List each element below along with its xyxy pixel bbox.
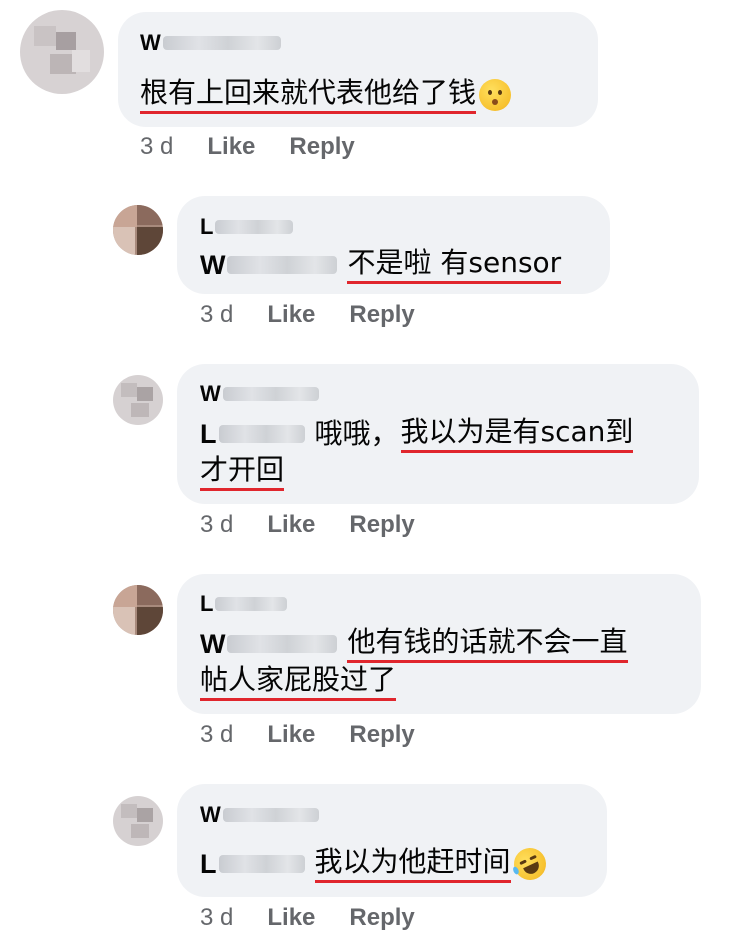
- avatar[interactable]: [113, 205, 163, 255]
- timestamp[interactable]: 3 d: [200, 721, 233, 749]
- like-button[interactable]: Like: [267, 301, 315, 329]
- reply-button[interactable]: Reply: [349, 721, 414, 749]
- comment-actions: 3 d Like Reply: [200, 721, 415, 749]
- comment-text-continued: 才开回: [200, 453, 285, 491]
- author-initial: W: [140, 30, 161, 55]
- author-initial: L: [200, 214, 214, 239]
- comment-author[interactable]: W: [200, 802, 319, 828]
- mention-tag[interactable]: L: [200, 417, 305, 451]
- comment-author[interactable]: W: [200, 381, 319, 407]
- comment-author[interactable]: L: [200, 591, 288, 617]
- comment-actions: 3 d Like Reply: [200, 511, 415, 539]
- comment-text: W 他有钱的话就不会一直: [200, 625, 628, 663]
- comment-actions: 3 d Like Reply: [140, 133, 355, 161]
- reply-button[interactable]: Reply: [349, 904, 414, 932]
- timestamp[interactable]: 3 d: [200, 301, 233, 329]
- author-initial: W: [200, 381, 221, 406]
- timestamp[interactable]: 3 d: [200, 904, 233, 932]
- author-initial: L: [200, 591, 214, 616]
- like-button[interactable]: Like: [267, 721, 315, 749]
- author-initial: W: [200, 802, 221, 827]
- mention-tag[interactable]: W: [200, 248, 338, 282]
- redacted-name: [162, 36, 281, 50]
- redacted-name: [227, 635, 338, 653]
- redacted-name: [222, 808, 319, 822]
- like-button[interactable]: Like: [267, 904, 315, 932]
- rolling-on-floor-laughing-icon: [508, 842, 551, 886]
- timestamp[interactable]: 3 d: [140, 133, 173, 161]
- comment-text: L 我以为他赶时间: [200, 842, 551, 886]
- comment-text: W 不是啦 有sensor: [200, 246, 562, 284]
- comment-text: L 哦哦， 我以为是有scan到: [200, 415, 634, 453]
- redacted-name: [218, 425, 305, 443]
- comment-actions: 3 d Like Reply: [200, 904, 415, 932]
- like-button[interactable]: Like: [267, 511, 315, 539]
- timestamp[interactable]: 3 d: [200, 511, 233, 539]
- comment-author[interactable]: L: [200, 214, 294, 240]
- mention-tag[interactable]: L: [200, 847, 305, 881]
- redacted-name: [222, 387, 319, 401]
- avatar[interactable]: [113, 375, 163, 425]
- comment-text: 根有上回来就代表他给了钱: [140, 76, 512, 114]
- comment-author[interactable]: W: [140, 30, 281, 56]
- redacted-name: [227, 256, 338, 274]
- redacted-name: [218, 855, 305, 873]
- avatar[interactable]: [113, 796, 163, 846]
- avatar[interactable]: [113, 585, 163, 635]
- reply-button[interactable]: Reply: [349, 301, 414, 329]
- avatar[interactable]: [20, 10, 104, 94]
- comment-actions: 3 d Like Reply: [200, 301, 415, 329]
- kissing-face-icon: [479, 79, 512, 111]
- reply-button[interactable]: Reply: [349, 511, 414, 539]
- mention-tag[interactable]: W: [200, 627, 338, 661]
- like-button[interactable]: Like: [207, 133, 255, 161]
- reply-button[interactable]: Reply: [289, 133, 354, 161]
- comment-text-continued: 帖人家屁股过了: [200, 663, 397, 701]
- redacted-name: [215, 597, 288, 611]
- redacted-name: [215, 220, 294, 234]
